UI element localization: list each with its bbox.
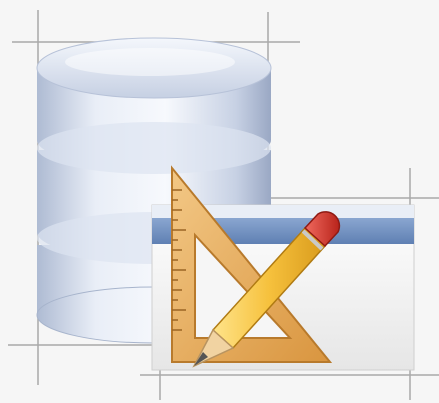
database-design-icon (8, 10, 439, 400)
database-design-graphic (0, 0, 439, 403)
